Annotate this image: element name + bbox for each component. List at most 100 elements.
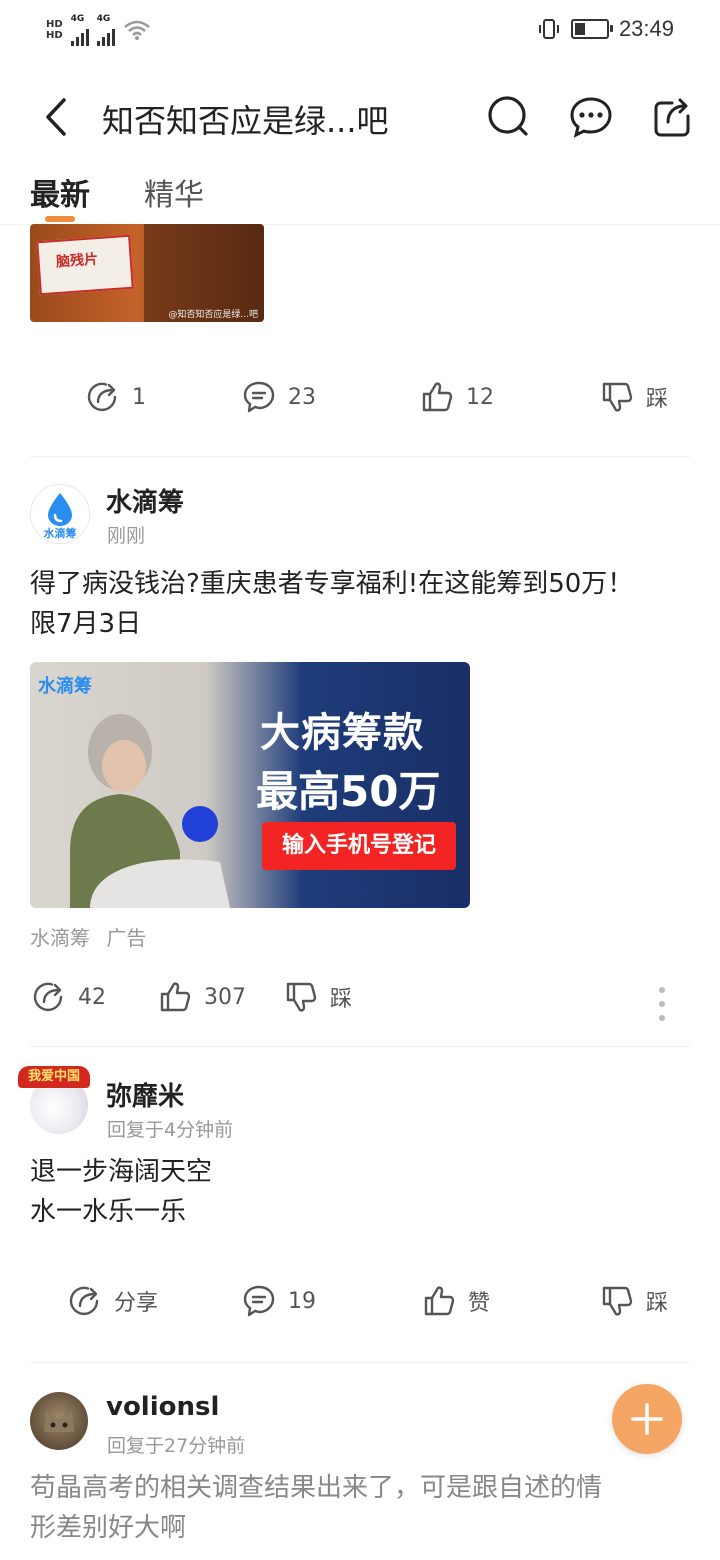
author-name[interactable]: 弥靡米 — [106, 1076, 184, 1113]
share-count: 42 — [78, 984, 106, 1010]
avatar[interactable] — [30, 1392, 88, 1450]
avatar-label: 水滴筹 — [43, 527, 77, 540]
compose-fab[interactable] — [612, 1384, 682, 1454]
post-thumbnail[interactable]: 脑残片 @知否知否应是绿...吧 — [30, 224, 264, 322]
signal-2: 4G — [96, 13, 115, 46]
thumbs-down-icon — [602, 1286, 633, 1316]
signal-bars-icon — [70, 24, 89, 46]
ad-headline-1: 大病筹款 — [260, 710, 424, 756]
author-name[interactable]: 水滴筹 — [106, 482, 184, 519]
avatar[interactable]: 水滴筹 — [30, 484, 90, 544]
status-left: HD HD 4G 4G — [46, 10, 151, 50]
dislike-action[interactable]: 踩 — [284, 980, 352, 1014]
thumbs-up-icon — [160, 982, 191, 1012]
thumbs-up-icon — [424, 1286, 455, 1316]
share-count: 1 — [132, 384, 146, 410]
like-action[interactable]: 307 — [158, 980, 246, 1014]
post-time: 回复于4分钟前 — [107, 1119, 234, 1141]
share-icon[interactable] — [650, 94, 696, 140]
network-label-1: 4G — [70, 13, 85, 24]
post-text-line: 得了病没钱治?重庆患者专享福利!在这能筹到50万！ — [30, 569, 634, 599]
product-box-label: 脑残片 — [55, 251, 99, 271]
signal-1: 4G — [70, 13, 89, 46]
cat-icon — [44, 1410, 74, 1432]
comment-icon — [243, 1285, 275, 1317]
share-label: 分享 — [114, 1291, 159, 1316]
comment-action[interactable]: 23 — [242, 380, 316, 414]
post1-actions: 1 23 12 踩 — [0, 380, 720, 430]
post-text-line: 形差别好大啊 — [30, 1513, 187, 1543]
post-time: 刚刚 — [107, 525, 146, 547]
back-icon[interactable] — [40, 96, 74, 138]
active-tab-indicator — [45, 216, 75, 222]
thumbs-up-icon — [422, 382, 453, 412]
status-right: 23:49 — [537, 16, 674, 42]
post-text[interactable]: 得了病没钱治?重庆患者专享福利!在这能筹到50万！ 限7月3日 — [30, 564, 690, 644]
post-text-line: 退一步海阔天空 — [30, 1157, 213, 1187]
post2-actions: 分享 19 赞 踩 — [0, 1284, 720, 1334]
like-action[interactable]: 12 — [420, 380, 494, 414]
more-icon[interactable] — [568, 94, 614, 140]
top-bar: 知否知否应是绿...吧 — [0, 62, 720, 172]
share-action[interactable]: 分享 — [68, 1284, 158, 1318]
like-label: 赞 — [468, 1291, 491, 1316]
hd-indicators: HD HD — [46, 19, 63, 41]
ad-cta-button[interactable]: 输入手机号登记 — [262, 822, 456, 870]
like-count: 307 — [204, 984, 246, 1010]
ad-headline-2: 最高50万 — [256, 767, 441, 816]
post-text-line: 苟晶高考的相关调查结果出来了，可是跟自述的情 — [30, 1473, 603, 1503]
divider — [30, 1362, 690, 1363]
tab-latest[interactable]: 最新 — [30, 170, 90, 214]
ad-image[interactable]: 水滴筹 大病筹款 最高50万 输入手机号登记 — [30, 662, 470, 908]
comment-count: 19 — [288, 1288, 316, 1314]
status-bar: HD HD 4G 4G 23:49 — [0, 0, 720, 62]
comment-count: 23 — [288, 384, 316, 410]
share-icon — [69, 1286, 99, 1316]
hd-label-2: HD — [46, 30, 63, 41]
page-title: 知否知否应是绿...吧 — [102, 102, 389, 140]
ad-actions: 42 307 踩 — [0, 980, 720, 1030]
thumbs-down-icon — [602, 382, 633, 412]
hd-label-1: HD — [46, 19, 63, 30]
post-text[interactable]: 苟晶高考的相关调查结果出来了，可是跟自述的情 形差别好大啊 — [30, 1468, 690, 1548]
share-action[interactable]: 1 — [86, 380, 146, 414]
ad-source: 水滴筹 — [30, 926, 90, 950]
patient-illustration — [70, 714, 230, 908]
watermark: @知否知否应是绿...吧 — [168, 310, 258, 320]
vibrate-icon — [538, 19, 559, 39]
tab-featured[interactable]: 精华 — [144, 170, 204, 214]
ad-tag: 广告 — [106, 926, 147, 950]
dislike-label: 踩 — [646, 387, 669, 412]
post-text-line: 限7月3日 — [30, 609, 142, 639]
search-icon[interactable] — [486, 94, 532, 140]
like-action[interactable]: 赞 — [422, 1284, 490, 1318]
like-count: 12 — [466, 384, 494, 410]
post-time: 回复于27分钟前 — [107, 1435, 246, 1457]
thumbs-down-icon — [286, 982, 317, 1012]
author-name[interactable]: volionsl — [106, 1392, 219, 1422]
divider — [30, 456, 690, 457]
dislike-label: 踩 — [330, 987, 353, 1012]
share-action[interactable]: 42 — [32, 980, 106, 1014]
tab-bar: 最新 精华 — [0, 162, 720, 225]
dislike-label: 踩 — [646, 1291, 669, 1316]
share-icon — [87, 382, 117, 412]
avatar-badge: 我爱中国 — [18, 1066, 90, 1088]
post-text-line: 水一水乐一乐 — [30, 1197, 187, 1227]
network-label-2: 4G — [96, 13, 111, 24]
dislike-action[interactable]: 踩 — [600, 380, 668, 414]
ad-logo: 水滴筹 — [38, 676, 92, 697]
post-text[interactable]: 退一步海阔天空 水一水乐一乐 — [30, 1152, 690, 1232]
clock: 23:49 — [618, 16, 674, 41]
wifi-icon — [123, 20, 150, 40]
dislike-action[interactable]: 踩 — [600, 1284, 668, 1318]
battery-icon — [570, 19, 613, 39]
share-icon — [33, 982, 63, 1012]
signal-bars-icon — [96, 24, 115, 46]
more-vertical-icon[interactable] — [654, 986, 670, 1022]
divider — [30, 1046, 690, 1047]
comment-action[interactable]: 19 — [242, 1284, 316, 1318]
comment-icon — [243, 381, 275, 413]
ad-meta: 水滴筹 广告 — [30, 922, 146, 951]
plus-icon — [631, 1403, 663, 1435]
